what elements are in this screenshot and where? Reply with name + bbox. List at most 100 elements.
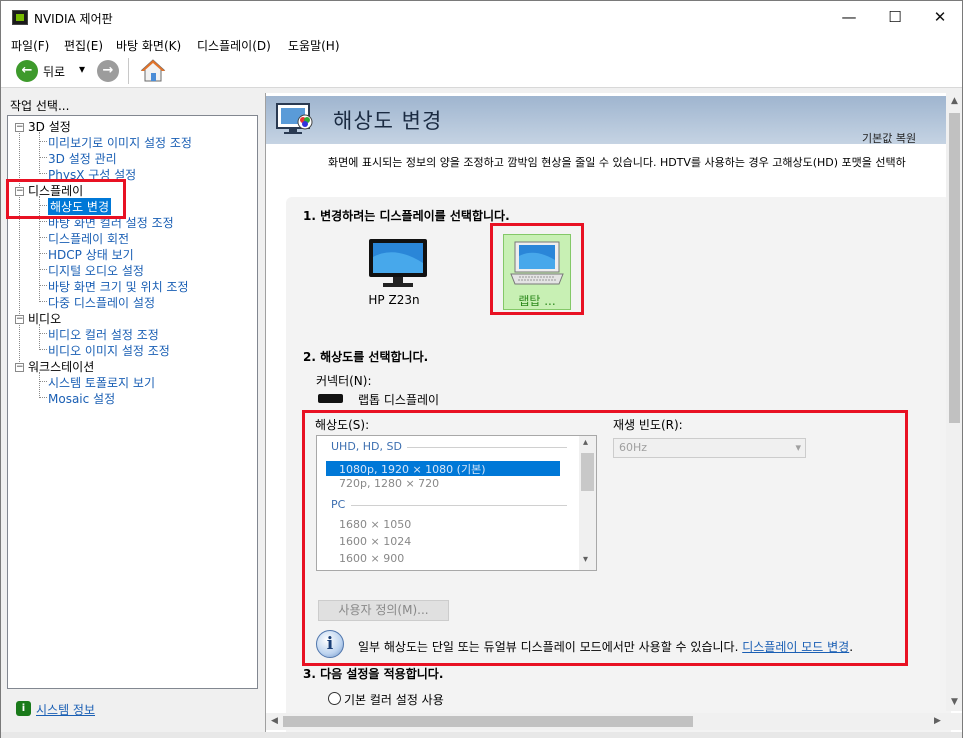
- scroll-up-icon[interactable]: ▲: [946, 93, 962, 110]
- tree-connector: [39, 349, 47, 350]
- tree-connector: [39, 397, 47, 398]
- scroll-right-icon[interactable]: ▶: [929, 713, 946, 730]
- minimize-button[interactable]: —: [826, 1, 872, 33]
- tree-connector: [39, 253, 47, 254]
- window-title: NVIDIA 제어판: [34, 12, 113, 26]
- info-message-end: .: [849, 640, 854, 654]
- listbox-scroll-down-icon[interactable]: ▾: [583, 554, 588, 565]
- home-icon[interactable]: [140, 58, 166, 84]
- tree-item-video-color[interactable]: 비디오 컬러 설정 조정: [48, 326, 159, 343]
- connector-label: 커넥터(N):: [316, 374, 372, 388]
- back-button-label[interactable]: 뒤로: [43, 63, 65, 80]
- display-hp-z23n[interactable]: HP Z23n: [354, 237, 434, 313]
- vertical-scroll-thumb[interactable]: [949, 113, 960, 423]
- tree-connector: [39, 333, 47, 334]
- system-info-icon: i: [16, 701, 31, 716]
- back-arrow-icon[interactable]: ←: [16, 60, 38, 82]
- expander-workstation[interactable]: −: [15, 363, 24, 372]
- tree-item-system-topology[interactable]: 시스템 토폴로지 보기: [48, 374, 155, 391]
- tree-connector: [39, 381, 47, 382]
- step1-heading: 1. 변경하려는 디스플레이를 선택합니다.: [303, 209, 510, 223]
- menu-desktop[interactable]: 바탕 화면(K): [116, 37, 181, 54]
- window-bottom-edge: [1, 732, 962, 738]
- task-pane: 작업 선택... − 3D 설정 미리보기로 이미지 설정 조정 3D 설정 관…: [1, 93, 261, 733]
- resolution-group-uhd: UHD, HD, SD: [331, 440, 402, 453]
- refresh-rate-select[interactable]: 60Hz ▾: [613, 438, 806, 458]
- scroll-left-icon[interactable]: ◀: [266, 713, 283, 730]
- default-color-radio[interactable]: [328, 692, 341, 705]
- listbox-scroll-up-icon[interactable]: ▴: [583, 437, 588, 448]
- tree-connector: [39, 285, 47, 286]
- menu-help[interactable]: 도움말(H): [288, 37, 340, 54]
- toolbar-divider: [128, 58, 129, 84]
- category-3d-settings[interactable]: 3D 설정: [28, 118, 71, 135]
- back-history-dropdown-icon[interactable]: ▾: [79, 62, 85, 76]
- scroll-down-icon[interactable]: ▼: [946, 694, 962, 711]
- tree-connector: [39, 173, 47, 174]
- refresh-rate-value: 60Hz: [619, 441, 648, 454]
- listbox-scrollbar[interactable]: ▴ ▾: [579, 436, 596, 570]
- resolution-label: 해상도(S):: [315, 418, 370, 432]
- resolution-option[interactable]: 1680 × 1050: [339, 518, 411, 531]
- menu-file[interactable]: 파일(F): [11, 37, 49, 54]
- group-separator: [351, 505, 567, 506]
- system-info-link[interactable]: 시스템 정보: [36, 701, 95, 718]
- listbox-scroll-thumb[interactable]: [581, 453, 594, 491]
- restore-defaults-link[interactable]: 기본값 복원: [862, 130, 916, 146]
- scrollbar-corner: [946, 713, 962, 730]
- tree-item-digital-audio[interactable]: 디지털 오디오 설정: [48, 262, 144, 279]
- tree-connector: [39, 324, 40, 348]
- forward-arrow-icon[interactable]: →: [97, 60, 119, 82]
- tree-connector: [39, 132, 40, 172]
- tree-item-3d-preview[interactable]: 미리보기로 이미지 설정 조정: [48, 134, 192, 151]
- menu-display[interactable]: 디스플레이(D): [197, 37, 271, 54]
- content-horizontal-scrollbar[interactable]: ◀ ▶: [266, 713, 946, 730]
- content-vertical-scrollbar[interactable]: ▲ ▼: [946, 93, 962, 711]
- change-display-mode-link[interactable]: 디스플레이 모드 변경: [742, 640, 849, 654]
- tree-item-hdcp-status[interactable]: HDCP 상태 보기: [48, 246, 134, 263]
- tree-connector: [39, 157, 47, 158]
- info-icon: i: [316, 630, 344, 658]
- tree-connector: [19, 128, 20, 368]
- page-header: 해상도 변경 기본값 복원: [266, 96, 946, 146]
- connector-value: 랩톱 디스플레이: [358, 393, 440, 407]
- resolution-option[interactable]: 720p, 1280 × 720: [339, 477, 439, 490]
- refresh-rate-label: 재생 빈도(R):: [613, 418, 683, 432]
- tree-connector: [39, 141, 47, 142]
- page-description: 화면에 표시되는 정보의 양을 조정하고 깜박임 현상을 줄일 수 있습니다. …: [328, 156, 906, 169]
- laptop-connector-icon: [318, 394, 343, 403]
- resolution-option[interactable]: 1080p, 1920 × 1080 (기본): [339, 461, 486, 477]
- expander-3d-settings[interactable]: −: [15, 123, 24, 132]
- task-tree[interactable]: − 3D 설정 미리보기로 이미지 설정 조정 3D 설정 관리 PhysX 구…: [6, 115, 258, 689]
- tree-item-mosaic[interactable]: Mosaic 설정: [48, 390, 115, 407]
- category-workstation[interactable]: 워크스테이션: [28, 358, 94, 375]
- tree-item-desktop-size[interactable]: 바탕 화면 크기 및 위치 조정: [48, 278, 189, 295]
- info-message: 일부 해상도는 단일 또는 듀얼뷰 디스플레이 모드에서만 사용할 수 있습니다…: [358, 638, 853, 655]
- menu-bar: 파일(F) 편집(E) 바탕 화면(K) 디스플레이(D) 도움말(H): [1, 33, 962, 54]
- tree-item-3d-manage[interactable]: 3D 설정 관리: [48, 150, 117, 167]
- title-bar: NVIDIA 제어판 — ☐ ✕: [1, 1, 962, 33]
- close-button[interactable]: ✕: [917, 1, 963, 33]
- horizontal-scroll-thumb[interactable]: [283, 716, 693, 727]
- page-title: 해상도 변경: [333, 109, 443, 133]
- step2-heading: 2. 해상도를 선택합니다.: [303, 350, 429, 364]
- group-separator: [407, 447, 567, 448]
- category-video[interactable]: 비디오: [28, 310, 61, 327]
- tree-connector: [39, 221, 47, 222]
- task-select-label: 작업 선택...: [10, 99, 70, 113]
- tree-item-video-image[interactable]: 비디오 이미지 설정 조정: [48, 342, 170, 359]
- tree-item-rotate-display[interactable]: 디스플레이 회전: [48, 230, 129, 247]
- tree-connector: [39, 301, 47, 302]
- highlight-laptop-display: [490, 223, 584, 315]
- resolution-option[interactable]: 1600 × 900: [339, 552, 404, 565]
- maximize-button[interactable]: ☐: [872, 1, 918, 33]
- resolution-option[interactable]: 1600 × 1024: [339, 535, 411, 548]
- menu-edit[interactable]: 편집(E): [64, 37, 103, 54]
- display-resolution-icon: [276, 103, 313, 134]
- tree-item-multi-display[interactable]: 다중 디스플레이 설정: [48, 294, 155, 311]
- expander-video[interactable]: −: [15, 315, 24, 324]
- resolution-listbox[interactable]: UHD, HD, SD 1080p, 1920 × 1080 (기본) 720p…: [316, 435, 597, 571]
- display-name-hp: HP Z23n: [368, 293, 420, 307]
- custom-resolution-button[interactable]: 사용자 정의(M)...: [318, 600, 449, 621]
- default-color-label[interactable]: 기본 컬러 설정 사용: [344, 691, 444, 708]
